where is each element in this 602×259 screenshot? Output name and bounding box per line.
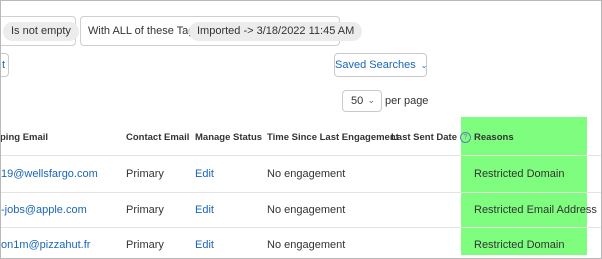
saved-searches-label: Saved Searches: [335, 59, 416, 71]
row-divider: [1, 192, 601, 193]
row-edit-link[interactable]: Edit: [195, 204, 214, 216]
help-icon[interactable]: ?: [460, 132, 471, 143]
row-engagement: No engagement: [267, 204, 346, 216]
row-edit-link[interactable]: Edit: [195, 168, 214, 180]
row-reason: Restricted Domain: [474, 168, 565, 180]
chevron-down-icon: ⌄: [420, 61, 428, 70]
per-page-label: per page: [385, 95, 429, 107]
row-contact-email: Primary: [126, 239, 164, 251]
screen-frame: Is not empty With ALL of these Tags: Imp…: [0, 0, 602, 259]
header-contact-email[interactable]: Contact Email: [126, 132, 189, 143]
condition-filter[interactable]: Is not empty: [1, 16, 79, 46]
header-last-sent-date[interactable]: Last Sent Date?: [391, 132, 471, 143]
left-action-button[interactable]: t: [1, 53, 9, 77]
header-divider: [1, 155, 601, 156]
row-contact-email: Primary: [126, 204, 164, 216]
left-action-label: t: [2, 59, 6, 71]
tag-pill[interactable]: Imported -> 3/18/2022 11:45 AM: [189, 22, 363, 41]
tags-filter[interactable]: With ALL of these Tags: Imported -> 3/18…: [80, 16, 363, 46]
row-engagement: No engagement: [267, 239, 346, 251]
chevron-down-icon: ⌄: [367, 95, 375, 105]
header-manage-status[interactable]: Manage Status: [195, 132, 262, 143]
row-email-link[interactable]: 19@wellsfargo.com: [1, 168, 98, 180]
header-time-since-engagement[interactable]: Time Since Last Engagement: [267, 132, 399, 143]
row-divider: [1, 227, 601, 228]
row-edit-link[interactable]: Edit: [195, 239, 214, 251]
row-reason: Restricted Domain: [474, 239, 565, 251]
per-page-value: 50: [351, 95, 364, 107]
header-reasons[interactable]: Reasons: [474, 132, 514, 143]
saved-searches-button[interactable]: Saved Searches ⌄: [334, 53, 427, 77]
row-email-link[interactable]: on1m@pizzahut.fr: [1, 239, 90, 251]
row-reason: Restricted Email Address: [474, 204, 597, 216]
condition-pill[interactable]: Is not empty: [3, 22, 79, 41]
header-bouncing-email[interactable]: ping Email: [1, 132, 48, 143]
row-engagement: No engagement: [267, 168, 346, 180]
tags-filter-label: With ALL of these Tags:: [88, 25, 203, 37]
row-contact-email: Primary: [126, 168, 164, 180]
row-email-link[interactable]: -jobs@apple.com: [1, 204, 87, 216]
per-page-select[interactable]: 50 ⌄: [342, 90, 382, 112]
header-last-sent-date-label: Last Sent Date: [391, 132, 457, 143]
